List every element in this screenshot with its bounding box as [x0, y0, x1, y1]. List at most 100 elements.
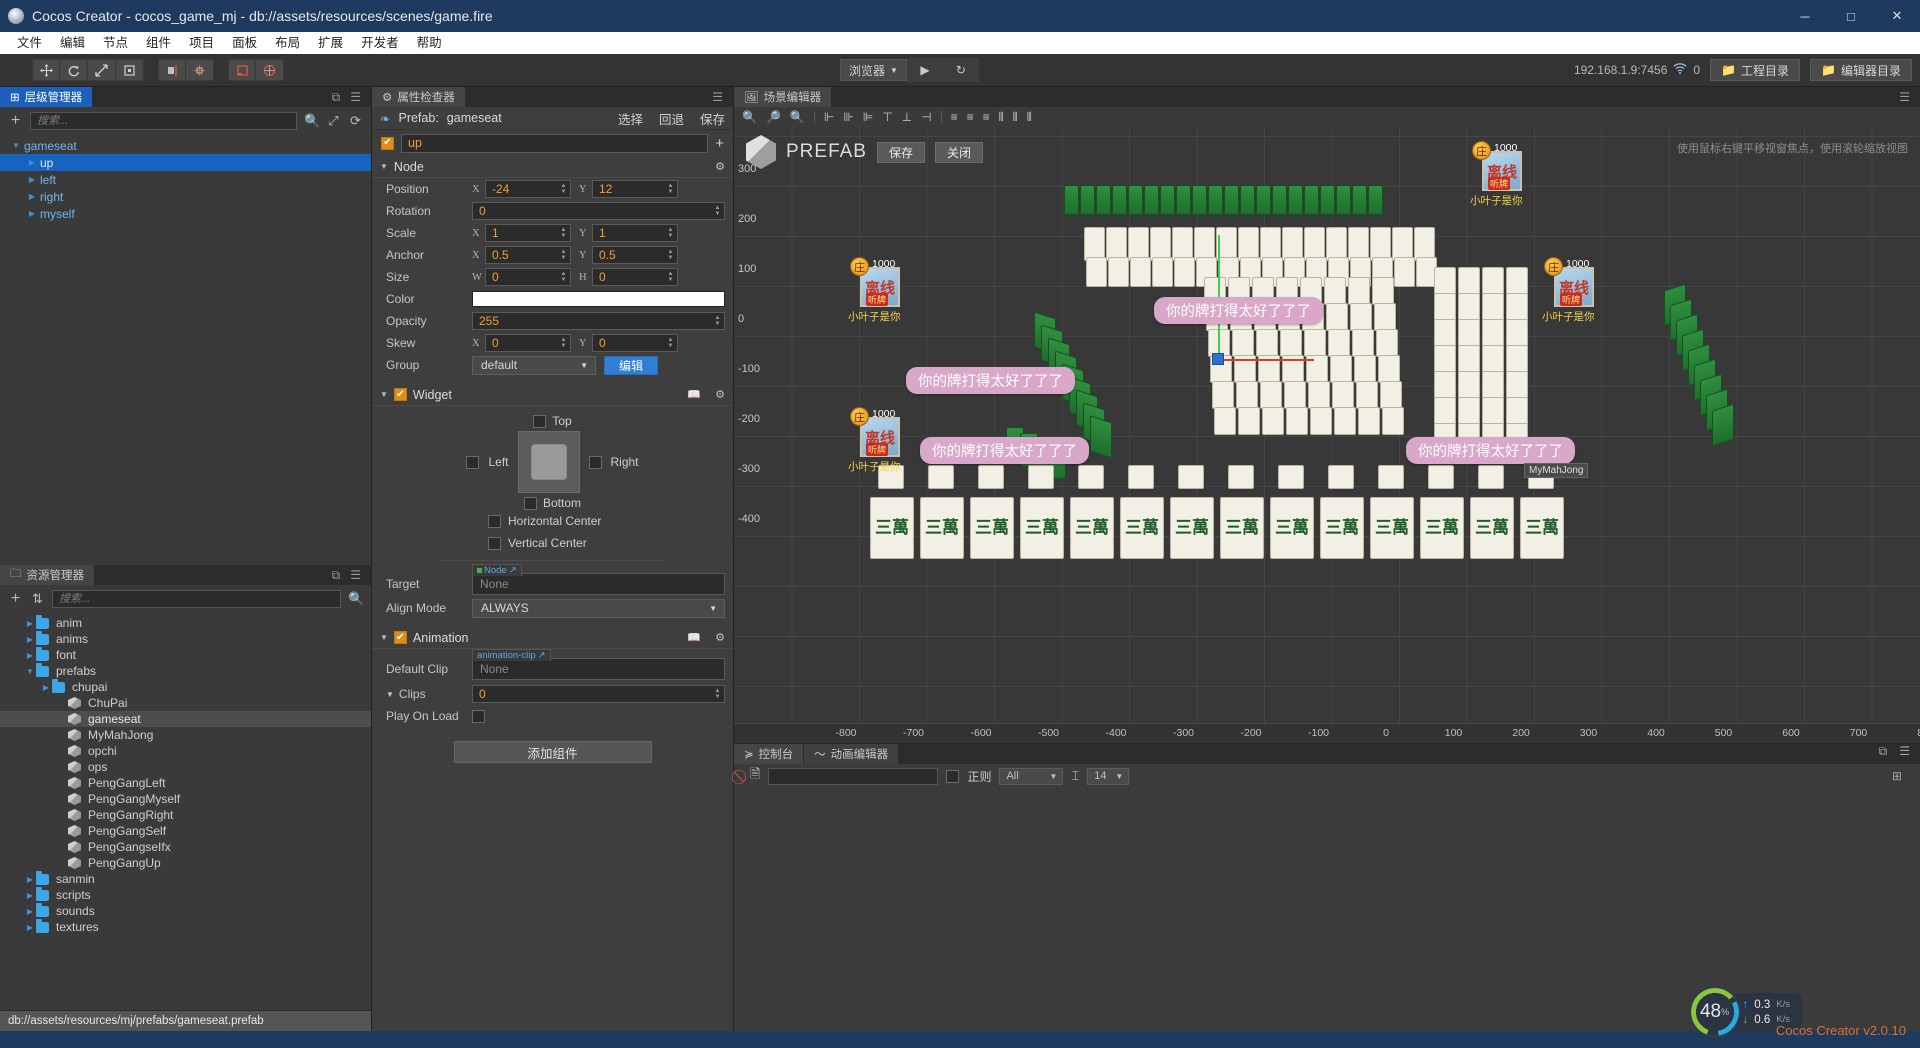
stepper-icon[interactable]: ▲ ▼	[665, 181, 676, 197]
play-on-load-checkbox[interactable]	[472, 709, 485, 723]
menu-item-extension[interactable]: 扩展	[309, 32, 352, 54]
menu-icon[interactable]: ☰	[350, 568, 361, 582]
distribute-middle-icon[interactable]: ≡	[967, 110, 974, 124]
menu-item-help[interactable]: 帮助	[408, 32, 451, 54]
maximize-button[interactable]: □	[1828, 0, 1874, 32]
hierarchy-item-up[interactable]: ▶ up	[0, 154, 371, 171]
external-link-icon[interactable]: ↗	[538, 650, 546, 661]
node-section-header[interactable]: ▼ Node ⚙	[372, 156, 733, 178]
tab-hierarchy[interactable]: ⊞ 层级管理器	[0, 87, 94, 107]
menu-item-file[interactable]: 文件	[8, 32, 51, 54]
menu-item-project[interactable]: 项目	[180, 32, 223, 54]
menu-item-developer[interactable]: 开发者	[352, 32, 408, 54]
chevron-right-icon[interactable]: ▶	[24, 875, 36, 884]
project-dir-button[interactable]: 📁 工程目录	[1710, 59, 1801, 81]
stepper-icon[interactable]: ▲ ▼	[558, 269, 569, 285]
asset-item-chupai[interactable]: ▶ chupai	[0, 678, 371, 695]
chevron-right-icon[interactable]: ▶	[24, 891, 36, 900]
align-mode-select[interactable]: ALWAYS ▼	[472, 598, 725, 618]
menu-item-panel[interactable]: 面板	[223, 32, 266, 54]
popout-icon[interactable]: ⧉	[332, 90, 341, 105]
asset-item-scripts[interactable]: ▶ scripts	[0, 886, 371, 903]
menu-item-edit[interactable]: 编辑	[51, 32, 94, 54]
add-asset-icon[interactable]: +	[8, 590, 23, 608]
chevron-right-icon[interactable]: ▶	[26, 158, 38, 167]
node-anchor-gizmo[interactable]	[1212, 353, 1224, 365]
distribute-top-icon[interactable]: ≡	[951, 110, 958, 124]
asset-item-anim[interactable]: ▶ anim	[0, 614, 371, 631]
hierarchy-item-myself[interactable]: ▶ myself	[0, 205, 371, 222]
menu-item-layout[interactable]: 布局	[266, 32, 309, 54]
help-book-icon[interactable]: 📖	[687, 631, 701, 644]
rotation-input[interactable]: 0 ▲ ▼	[472, 202, 725, 220]
opacity-input[interactable]: 255 ▲ ▼	[472, 312, 725, 330]
gear-icon[interactable]: ⚙	[715, 388, 725, 401]
menu-item-component[interactable]: 组件	[137, 32, 180, 54]
tab-inspector[interactable]: ⚙ 属性检查器	[372, 87, 466, 107]
anchor-x-input[interactable]: 0.5 ▲ ▼	[485, 246, 571, 264]
stepper-icon[interactable]: ▲ ▼	[558, 181, 569, 197]
external-link-icon[interactable]: ↗	[509, 565, 517, 576]
menu-icon[interactable]: ☰	[1899, 744, 1910, 764]
chevron-down-icon[interactable]: ▼	[24, 667, 36, 676]
stepper-icon[interactable]: ▲ ▼	[665, 225, 676, 241]
gizmo-y-axis[interactable]	[1218, 235, 1220, 355]
tab-animation-editor[interactable]: 〜 动画编辑器	[804, 744, 900, 764]
expand-icon[interactable]: ⤢	[326, 113, 341, 129]
chevron-right-icon[interactable]: ▶	[26, 209, 38, 218]
align-center-h-icon[interactable]: ⊪	[843, 110, 853, 124]
target-object-field[interactable]: Node ↗ None	[472, 564, 725, 595]
gizmo-x-axis[interactable]	[1224, 359, 1314, 361]
scale-x-input[interactable]: 1 ▲ ▼	[485, 224, 571, 242]
asset-item-ChuPai[interactable]: ▶ ChuPai	[0, 695, 371, 711]
add-component-button[interactable]: 添加组件	[453, 741, 652, 763]
move-tool-icon[interactable]	[32, 59, 60, 81]
gear-icon[interactable]: ⚙	[715, 631, 725, 644]
gear-icon[interactable]: ⚙	[715, 160, 725, 173]
chevron-down-icon[interactable]: ▼	[10, 141, 22, 150]
assets-tree[interactable]: ▶ anim ▶ anims ▶ font ▼ prefabs ▶ chupai ▶ ChuPai ▶ g…	[0, 613, 371, 1010]
node-gizmo-tool-icon[interactable]	[228, 59, 256, 81]
tab-assets[interactable]: 🗀 资源管理器	[0, 565, 95, 585]
default-clip-object-field[interactable]: animation-clip ↗ None	[472, 649, 725, 680]
size-h-input[interactable]: 0 ▲ ▼	[592, 268, 678, 286]
size-w-input[interactable]: 0 ▲ ▼	[485, 268, 571, 286]
coordinate-tool-icon[interactable]	[186, 59, 214, 81]
chevron-right-icon[interactable]: ▶	[24, 619, 36, 628]
editor-dir-button[interactable]: 📁 编辑器目录	[1810, 59, 1912, 81]
console-font-size-select[interactable]: 14 ▼	[1087, 767, 1130, 785]
group-select[interactable]: default ▼	[472, 355, 596, 375]
tab-scene-editor[interactable]: 🖼 场景编辑器	[734, 87, 833, 107]
widget-vertical-center-checkbox[interactable]	[488, 536, 501, 550]
stepper-icon[interactable]: ▲ ▼	[558, 247, 569, 263]
expand-console-icon[interactable]: ⊞	[1892, 769, 1902, 783]
sort-icon[interactable]: ⇅	[30, 591, 45, 607]
zoom-in-icon[interactable]: 🔍	[742, 110, 757, 124]
widget-top-checkbox[interactable]	[533, 414, 547, 428]
widget-enabled-checkbox[interactable]	[393, 388, 407, 401]
hierarchy-tree[interactable]: ▼ gameseat ▶ up ▶ left ▶ right ▶ myself	[0, 135, 371, 565]
stepper-icon[interactable]: ▲ ▼	[665, 247, 676, 263]
add-node-icon[interactable]: +	[715, 135, 724, 152]
align-top-icon[interactable]: ⊤	[882, 110, 892, 124]
rect-tool-icon[interactable]	[116, 59, 144, 81]
anchor-y-input[interactable]: 0.5 ▲ ▼	[592, 246, 678, 264]
tab-console[interactable]: ≽ 控制台	[734, 744, 805, 764]
assets-search-input[interactable]	[52, 590, 341, 608]
widget-right-checkbox[interactable]	[588, 455, 602, 469]
popout-icon[interactable]: ⧉	[1879, 744, 1888, 764]
distribute-bottom-icon[interactable]: ≡	[983, 110, 990, 124]
asset-item-PengGangSelf[interactable]: ▶ PengGangSelf	[0, 823, 371, 839]
menu-icon[interactable]: ☰	[712, 90, 723, 104]
global-gizmo-tool-icon[interactable]	[256, 59, 284, 81]
asset-item-sounds[interactable]: ▶ sounds	[0, 902, 371, 919]
stepper-icon[interactable]: ▲ ▼	[712, 686, 723, 702]
pivot-tool-icon[interactable]	[158, 59, 186, 81]
asset-item-PengGangUp[interactable]: ▶ PengGangUp	[0, 855, 371, 871]
add-node-icon[interactable]: +	[8, 112, 23, 130]
help-book-icon[interactable]: 📖	[687, 388, 701, 401]
prefab-select-button[interactable]: 选择	[618, 109, 643, 128]
distribute-right-icon[interactable]: ⫴	[1027, 110, 1032, 125]
skew-y-input[interactable]: 0 ▲ ▼	[592, 334, 678, 352]
asset-item-opchi[interactable]: ▶ opchi	[0, 743, 371, 759]
